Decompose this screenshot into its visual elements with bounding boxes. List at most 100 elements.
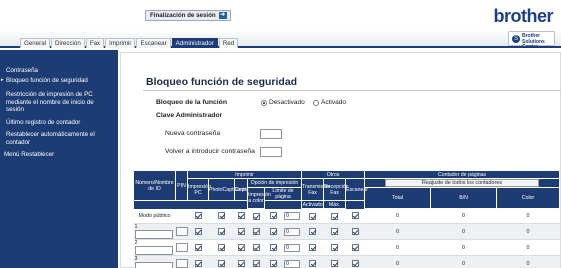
checkbox-fax-rx[interactable] xyxy=(331,212,339,220)
checkbox-fax-tx[interactable] xyxy=(309,260,317,267)
group-contador-header: Contador de páginas xyxy=(364,170,561,179)
main-tabs: General Dirección Fax Imprimir Escanear … xyxy=(20,38,239,48)
checkbox-copy[interactable] xyxy=(237,212,245,220)
sidebar-item-restriccion-line3: sesión xyxy=(6,106,24,113)
counter-total: 0 xyxy=(364,208,431,224)
checkbox-fax-tx[interactable] xyxy=(309,212,317,220)
tab-direccion[interactable]: Dirección xyxy=(51,38,85,48)
checkbox-copy[interactable] xyxy=(237,244,245,251)
checkbox-fax-tx[interactable] xyxy=(309,244,317,251)
sidebar-item-restablecer-line1: Restablecer automáticamente el xyxy=(6,131,95,138)
checkbox-print-pc[interactable] xyxy=(194,212,202,220)
col-fax-tx-header: Transmisión Fax xyxy=(301,178,330,201)
retype-password-label: Volver a introducir contraseña xyxy=(165,148,255,155)
tab-red[interactable]: Red xyxy=(218,38,239,48)
retype-password-field[interactable] xyxy=(260,147,282,157)
sidebar-item-bloqueo[interactable]: ▸ Bloqueo función de seguridad xyxy=(1,77,116,85)
checkbox-scan[interactable] xyxy=(351,260,359,267)
tab-strip: General Dirección Fax Imprimir Escanear … xyxy=(0,30,561,48)
checkbox-copy[interactable] xyxy=(237,228,245,235)
pin-input[interactable] xyxy=(175,227,188,236)
page-limit-input[interactable]: 0 xyxy=(284,259,301,268)
sidebar-item-ultimo-registro[interactable]: Último registro de contador xyxy=(6,119,116,127)
checkbox-photocapture[interactable] xyxy=(218,228,225,235)
checkbox-fax-rx[interactable] xyxy=(331,260,339,267)
table-row: 3 0 0 0 0 xyxy=(133,255,560,268)
checkbox-page-limit[interactable] xyxy=(270,260,277,267)
print-option-header: Opción de impresión xyxy=(246,178,303,188)
tab-administrador[interactable]: Administrador xyxy=(171,38,218,48)
sidebar-item-contrasena[interactable]: Contraseña xyxy=(6,67,116,75)
counter-total: 0 xyxy=(364,239,431,256)
checkbox-copy[interactable] xyxy=(237,260,245,267)
main-panel: Bloqueo función de seguridad Bloqueo de … xyxy=(120,52,561,268)
checkbox-fax-tx[interactable] xyxy=(309,228,317,235)
checkbox-scan[interactable] xyxy=(351,228,359,235)
col-pin-header: PIN xyxy=(175,170,188,201)
group-otros-header: Otros xyxy=(301,170,366,179)
sidebar-item-bloqueo-label: Bloqueo función de seguridad xyxy=(6,77,88,84)
brother-solutions-icon: S xyxy=(512,35,520,43)
page-limit-input[interactable]: 0 xyxy=(284,211,301,220)
checkbox-scan[interactable] xyxy=(351,212,359,220)
sidebar-item-restriccion-line1: Restricción de impresión de PC xyxy=(6,91,93,98)
sidebar: Contraseña ▸ Bloqueo función de segurida… xyxy=(0,50,118,268)
tab-fax[interactable]: Fax xyxy=(85,38,105,48)
checkbox-scan[interactable] xyxy=(351,244,359,251)
counter-color: 0 xyxy=(496,255,560,268)
pin-input[interactable] xyxy=(175,243,188,252)
checkbox-color-print[interactable] xyxy=(252,244,260,251)
page-limit-input[interactable]: 0 xyxy=(284,243,301,252)
checkbox-page-limit[interactable] xyxy=(270,228,277,235)
tab-escanear[interactable]: Escanear xyxy=(136,38,171,48)
checkbox-color-print[interactable] xyxy=(252,260,260,267)
checkbox-color-print[interactable] xyxy=(252,228,260,235)
page-title: Bloqueo función de seguridad xyxy=(146,76,298,88)
checkbox-page-limit[interactable] xyxy=(270,244,277,251)
page-limit-input[interactable]: 0 xyxy=(284,227,301,236)
sidebar-item-menu-restablecer[interactable]: Menú Restablecer xyxy=(4,151,114,159)
solutions-center-button[interactable]: S Brother Solutions Center xyxy=(508,31,555,50)
sidebar-item-restriccion[interactable]: Restricción de impresión de PC mediante … xyxy=(6,91,116,114)
radio-desactivado-label: Desactivado xyxy=(269,99,305,106)
sidebar-item-restablecer-line2: contador xyxy=(6,138,31,146)
id-name-input[interactable] xyxy=(134,246,173,255)
radio-activado-label: Activado xyxy=(321,99,346,106)
counter-bn: 0 xyxy=(430,223,497,240)
radio-desactivado[interactable]: Desactivado xyxy=(261,99,305,106)
checkbox-photocapture[interactable] xyxy=(218,260,225,267)
reset-all-counters-button[interactable]: Reajuste de todos los contadores xyxy=(385,179,540,187)
new-password-label: Nueva contraseña xyxy=(165,130,221,137)
checkbox-print-pc[interactable] xyxy=(194,228,202,235)
brother-logo: brother xyxy=(493,6,554,26)
checkbox-photocapture[interactable] xyxy=(218,244,225,251)
tab-general[interactable]: General xyxy=(20,38,51,48)
checkbox-color-print[interactable] xyxy=(252,212,260,220)
id-name-input[interactable] xyxy=(134,262,173,268)
col-enabled-header: Activado xyxy=(301,200,325,209)
checkbox-photocapture[interactable] xyxy=(218,212,225,220)
id-name-input[interactable] xyxy=(134,230,173,239)
tab-imprimir[interactable]: Imprimir xyxy=(105,38,136,48)
table-row: Modo público 0 0 0 0 xyxy=(133,208,560,224)
checkbox-fax-rx[interactable] xyxy=(331,228,339,235)
col-print-pc-header: Impresión PC xyxy=(187,178,211,201)
radio-dot-selected xyxy=(261,99,267,106)
checkbox-print-pc[interactable] xyxy=(194,260,202,267)
title-divider xyxy=(143,90,561,91)
new-password-field[interactable] xyxy=(260,129,282,139)
checkbox-page-limit[interactable] xyxy=(270,212,277,220)
admin-key-label: Clave Administrador xyxy=(156,112,223,119)
checkbox-fax-rx[interactable] xyxy=(331,244,339,251)
counter-color: 0 xyxy=(496,208,560,224)
col-id-header: Número/Nombre de ID xyxy=(133,170,176,201)
checkbox-print-pc[interactable] xyxy=(194,244,202,251)
counter-bn: 0 xyxy=(430,255,497,268)
logout-button[interactable]: Finalización de sesión ➜ xyxy=(145,10,231,21)
bullet-icon: ▸ xyxy=(1,77,4,83)
sidebar-item-restablecer[interactable]: Restablecer automáticamente el contador xyxy=(6,131,116,146)
pin-input[interactable] xyxy=(175,259,188,268)
col-scan-header: Escanear xyxy=(345,178,368,201)
radio-activado[interactable]: Activado xyxy=(313,99,346,106)
counter-bn: 0 xyxy=(430,239,497,256)
